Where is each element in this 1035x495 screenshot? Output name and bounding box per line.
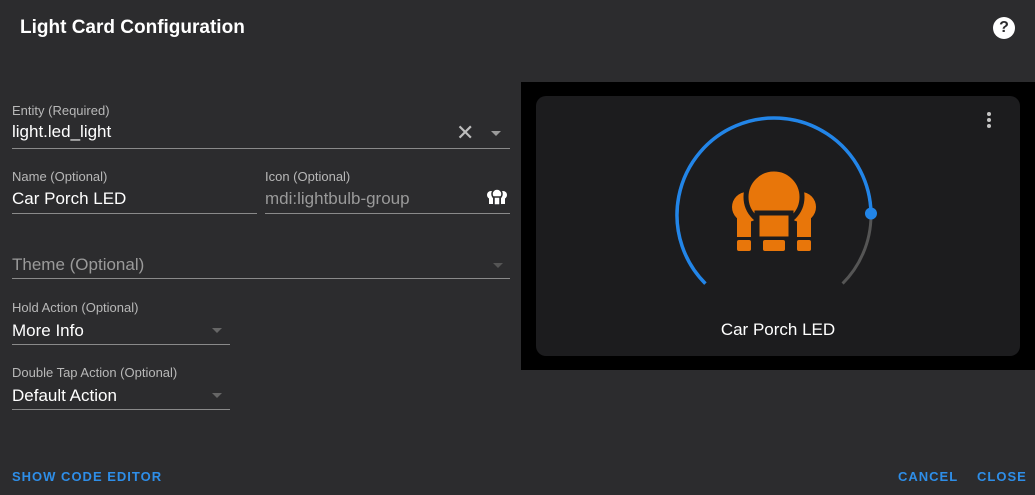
brightness-dial[interactable] bbox=[536, 96, 1020, 356]
dialog-title: Light Card Configuration bbox=[20, 17, 245, 38]
help-icon[interactable]: ? bbox=[993, 17, 1015, 39]
entity-label: Entity (Required) bbox=[12, 103, 110, 118]
name-label: Name (Optional) bbox=[12, 169, 108, 184]
lightbulb-group-icon bbox=[732, 166, 816, 251]
entity-value[interactable]: light.led_light bbox=[12, 122, 111, 142]
brightness-handle[interactable] bbox=[864, 207, 877, 220]
close-button[interactable]: CLOSE bbox=[977, 469, 1027, 484]
name-field[interactable]: Name (Optional) Car Porch LED bbox=[12, 169, 257, 214]
theme-select[interactable]: Theme (Optional) bbox=[12, 248, 510, 279]
theme-placeholder: Theme (Optional) bbox=[12, 255, 145, 274]
hold-action-label: Hold Action (Optional) bbox=[12, 300, 139, 315]
show-code-editor-button[interactable]: SHOW CODE EDITOR bbox=[12, 469, 162, 484]
cancel-button[interactable]: CANCEL bbox=[898, 469, 958, 484]
double-tap-action-label: Double Tap Action (Optional) bbox=[12, 365, 178, 380]
name-value[interactable]: Car Porch LED bbox=[12, 189, 126, 209]
double-tap-action-select[interactable]: Double Tap Action (Optional) Default Act… bbox=[12, 365, 230, 410]
chevron-down-icon[interactable] bbox=[491, 131, 501, 136]
icon-field[interactable]: Icon (Optional) mdi:lightbulb-group bbox=[265, 169, 510, 214]
chevron-down-icon[interactable] bbox=[212, 393, 222, 398]
card-entity-name: Car Porch LED bbox=[720, 320, 836, 339]
icon-label: Icon (Optional) bbox=[265, 169, 351, 184]
clear-icon[interactable]: ✕ bbox=[456, 122, 474, 144]
light-card: Car Porch LED bbox=[536, 96, 1020, 356]
double-tap-action-value[interactable]: Default Action bbox=[12, 386, 117, 406]
chevron-down-icon[interactable] bbox=[493, 263, 503, 268]
entity-picker[interactable]: Entity (Required) light.led_light ✕ bbox=[12, 103, 510, 149]
lightbulb-group-icon bbox=[487, 188, 507, 206]
hold-action-value[interactable]: More Info bbox=[12, 321, 84, 341]
card-preview-panel: Car Porch LED bbox=[521, 82, 1035, 370]
icon-value[interactable]: mdi:lightbulb-group bbox=[265, 189, 410, 209]
chevron-down-icon[interactable] bbox=[212, 328, 222, 333]
hold-action-select[interactable]: Hold Action (Optional) More Info bbox=[12, 300, 230, 345]
